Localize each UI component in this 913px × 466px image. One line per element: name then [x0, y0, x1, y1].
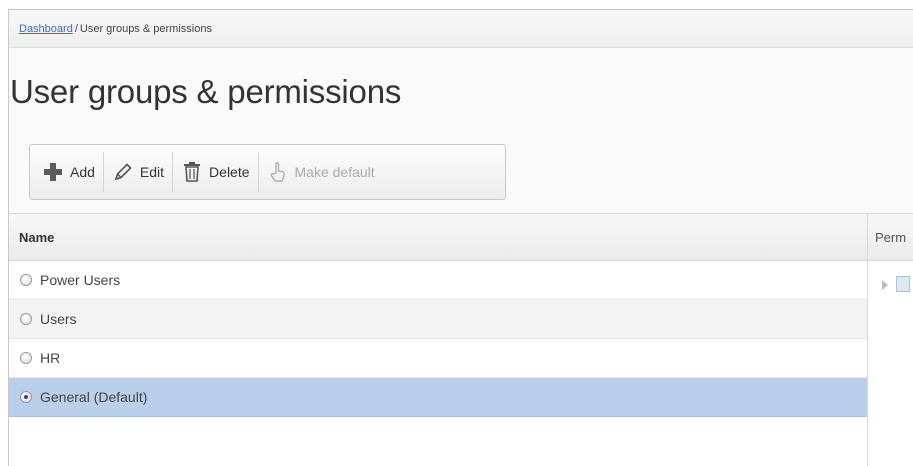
- table-row[interactable]: HR: [9, 339, 867, 378]
- row-radio-button[interactable]: [20, 352, 32, 364]
- breadcrumb-separator: /: [74, 23, 78, 35]
- delete-button-label: Delete: [209, 164, 250, 180]
- delete-button[interactable]: Delete: [173, 150, 257, 194]
- toolbar: Add Edit Delete Make default: [29, 144, 506, 200]
- add-button-label: Add: [70, 164, 95, 180]
- trash-icon: [181, 161, 203, 183]
- table-row[interactable]: Users: [9, 300, 867, 339]
- expand-arrow-icon[interactable]: [882, 280, 888, 290]
- make-default-button-label: Make default: [294, 164, 375, 180]
- row-radio-button[interactable]: [20, 274, 32, 286]
- group-name: Users: [40, 311, 77, 327]
- make-default-button[interactable]: Make default: [259, 150, 383, 194]
- group-name: General (Default): [40, 389, 148, 405]
- permissions-column-header: Perm: [867, 214, 913, 261]
- hand-pointer-icon: [267, 161, 289, 183]
- table-row[interactable]: General (Default): [9, 378, 867, 417]
- edit-button[interactable]: Edit: [104, 150, 172, 194]
- group-name: Power Users: [40, 272, 121, 288]
- app-frame: Dashboard / User groups & permissions User…: [8, 9, 913, 466]
- groups-table: Name Perm Power Users Users HR General (…: [9, 213, 913, 466]
- breadcrumb-dashboard-link[interactable]: Dashboard: [19, 23, 73, 35]
- group-name: HR: [40, 350, 61, 366]
- breadcrumb-current: User groups & permissions: [79, 23, 212, 35]
- add-button[interactable]: Add: [34, 150, 103, 194]
- permissions-tree-pane: [867, 261, 913, 466]
- row-radio-button[interactable]: [20, 391, 32, 403]
- row-radio-button[interactable]: [20, 313, 32, 325]
- page-title: User groups & permissions: [10, 73, 402, 110]
- edit-button-label: Edit: [139, 164, 165, 180]
- folder-icon: [896, 276, 910, 292]
- table-row[interactable]: Power Users: [9, 261, 867, 300]
- plus-icon: [42, 161, 64, 183]
- pencil-icon: [112, 161, 134, 183]
- table-rows: Power Users Users HR General (Default): [9, 261, 867, 417]
- name-column-header[interactable]: Name: [9, 214, 867, 261]
- breadcrumb: Dashboard / User groups & permissions: [9, 10, 913, 48]
